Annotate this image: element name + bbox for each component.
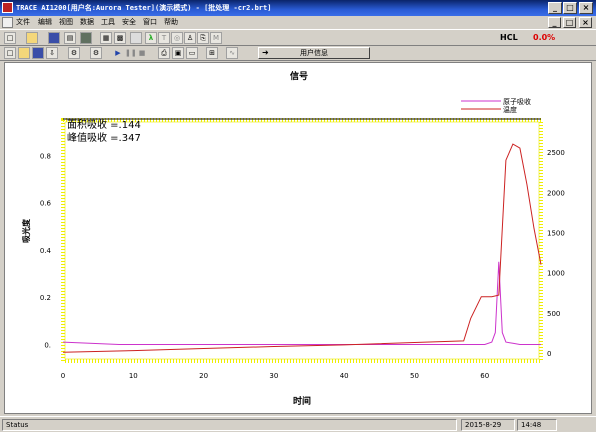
- new-file-icon[interactable]: □: [4, 32, 16, 44]
- y-left-tick-label: 0.: [44, 341, 51, 349]
- menu-edit[interactable]: 编辑: [38, 17, 52, 27]
- peak-absorbance-annotation: 峰值吸收 =.347: [67, 131, 141, 144]
- minimize-button[interactable]: _: [548, 2, 562, 14]
- zoom-icon[interactable]: ⊞: [206, 47, 218, 59]
- save-icon-2[interactable]: [32, 47, 44, 59]
- settings-icon[interactable]: ⚙: [68, 47, 80, 59]
- sheet-icon[interactable]: ▦: [100, 32, 112, 44]
- plot-frame-ticks: [61, 118, 543, 363]
- mdi-minimize-button[interactable]: _: [548, 17, 561, 28]
- chart-title: 信号: [290, 70, 308, 82]
- flask-icon[interactable]: ♙: [184, 32, 196, 44]
- menu-view[interactable]: 视图: [59, 17, 73, 27]
- x-axis-label: 时间: [293, 395, 311, 407]
- menu-help[interactable]: 帮助: [164, 17, 178, 27]
- menu-data[interactable]: 数据: [80, 17, 94, 27]
- legend-label-atomic: 原子吸收: [503, 97, 531, 106]
- y-left-tick-label: 0.4: [40, 247, 52, 255]
- y-left-tick-label: 0.2: [40, 294, 51, 302]
- stop-icon: ■: [138, 49, 146, 57]
- menu-security[interactable]: 安全: [122, 17, 136, 27]
- hcl-label: HCL: [500, 33, 518, 42]
- y-right-tick-label: 2500: [547, 149, 565, 157]
- view-icon[interactable]: ▭: [186, 47, 198, 59]
- table-icon[interactable]: [130, 32, 142, 44]
- series-line-temperature: [62, 143, 542, 353]
- hcl-value: 0.0%: [533, 33, 556, 42]
- maximize-button[interactable]: □: [563, 2, 577, 14]
- y-left-tick-label: 0.6: [40, 200, 52, 208]
- app-icon: [2, 2, 13, 13]
- mdi-restore-button[interactable]: □: [563, 17, 576, 28]
- print-icon[interactable]: ⎙: [158, 47, 170, 59]
- x-tick-label: 50: [410, 372, 419, 380]
- y-right-tick-label: 2000: [547, 189, 565, 197]
- secondary-toolbar: □ ⇩ ⚙ ⚙ ▶ ❚❚ ■ ⎙ ▣ ▭ ⊞ ∿ 用户信息 ➜: [0, 46, 596, 61]
- method-icon[interactable]: ⚙: [90, 47, 102, 59]
- close-button[interactable]: ×: [579, 2, 593, 14]
- save-icon[interactable]: [48, 32, 60, 44]
- print-preview-icon[interactable]: ▤: [64, 32, 76, 44]
- x-tick-label: 40: [340, 372, 349, 380]
- open-icon[interactable]: [18, 47, 30, 59]
- legend-label-temperature: 温度: [503, 105, 517, 114]
- curve-icon: ∿: [226, 47, 238, 59]
- menu-tools[interactable]: 工具: [101, 17, 115, 27]
- y-right-tick-label: 500: [547, 310, 560, 318]
- signal-chart: 信号时间 吸光度 面积吸收 =.144峰值吸收 =.347 原子吸收温度 0 10 20 30…: [21, 70, 565, 407]
- y-axis-label: 吸光度: [21, 218, 31, 243]
- menu-file[interactable]: 文件: [16, 17, 30, 27]
- open-folder-icon[interactable]: [26, 32, 38, 44]
- new-icon[interactable]: □: [4, 47, 16, 59]
- mdi-close-button[interactable]: ×: [579, 17, 592, 28]
- menu-window[interactable]: 窗口: [143, 17, 157, 27]
- lambda-icon[interactable]: λ: [145, 32, 157, 44]
- window-title: TRACE AI1200[用户名:Aurora Tester](演示模式) - …: [16, 4, 272, 12]
- x-tick-label: 0: [61, 372, 65, 380]
- play-icon[interactable]: ▶: [112, 47, 124, 59]
- user-info-button[interactable]: 用户信息: [258, 47, 370, 59]
- x-tick-label: 60: [480, 372, 489, 380]
- screen-icon[interactable]: [80, 32, 92, 44]
- lamp-icon: ◎: [171, 32, 183, 44]
- main-toolbar: □ ▤ ▦ ▩ λ T ◎ ♙ ⎘ M HCL 0.0%: [0, 29, 596, 46]
- copy-icon[interactable]: ⎘: [197, 32, 209, 44]
- area-absorbance-annotation: 面积吸收 =.144: [67, 118, 141, 131]
- x-tick-label: 20: [199, 372, 208, 380]
- grid-icon[interactable]: ▩: [114, 32, 126, 44]
- report-icon: M: [210, 32, 222, 44]
- plot-frame: [64, 121, 540, 360]
- menu-bar: 文件 编辑 视图 数据 工具 安全 窗口 帮助 _ □ ×: [0, 16, 596, 29]
- status-date: 2015-8-29: [461, 419, 515, 431]
- chart-icon[interactable]: ▣: [172, 47, 184, 59]
- y-right-tick-label: 1500: [547, 229, 565, 237]
- export-icon[interactable]: ⇩: [46, 47, 58, 59]
- pause-icon: ❚❚: [125, 49, 137, 57]
- arrow-down-icon[interactable]: ➜: [262, 48, 269, 57]
- title-bar: TRACE AI1200[用户名:Aurora Tester](演示模式) - …: [0, 0, 596, 16]
- user-info-label: 用户信息: [300, 49, 328, 57]
- status-bar: Status 2015-8-29 14:48: [0, 416, 596, 432]
- document-icon[interactable]: [2, 17, 13, 28]
- disabled-icon: T: [158, 32, 170, 44]
- chart-pane: 信号时间 吸光度 面积吸收 =.144 峰值吸收 =.347 原子吸收 温度 0 10 20 30…: [4, 62, 592, 414]
- status-text: Status: [2, 419, 457, 431]
- y-left-tick-label: 0.8: [40, 152, 51, 160]
- series-line-atomic-absorbance: [62, 261, 541, 345]
- status-time: 14:48: [517, 419, 557, 431]
- y-right-tick-label: 1000: [547, 270, 565, 278]
- y-right-tick-label: 0: [547, 350, 551, 358]
- x-tick-label: 30: [269, 372, 278, 380]
- x-tick-label: 10: [129, 372, 138, 380]
